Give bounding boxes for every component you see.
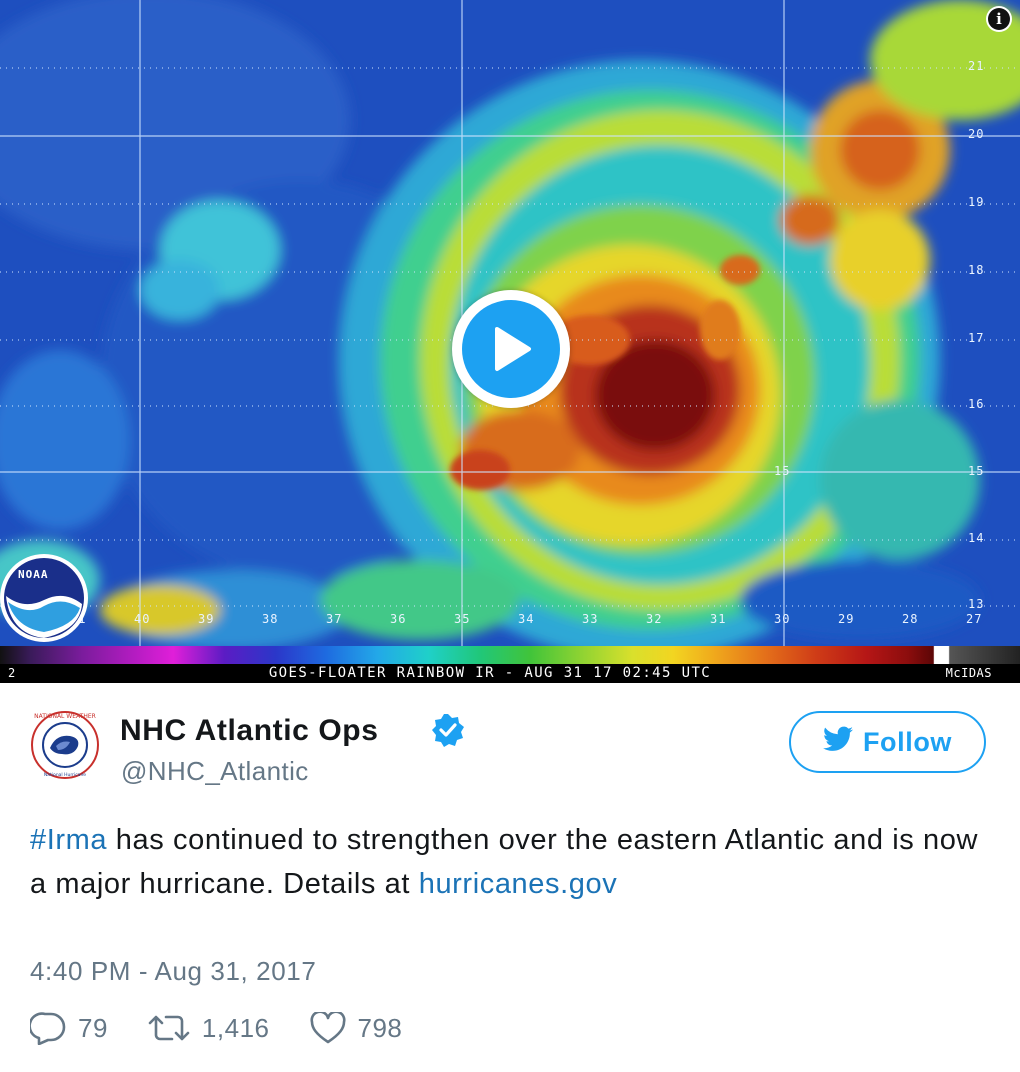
lon-label: 33 [582, 612, 599, 626]
follow-button[interactable]: Follow [789, 711, 986, 773]
heart-icon [309, 1012, 346, 1044]
satellite-caption: GOES-FLOATER RAINBOW IR - AUG 31 17 02:4… [268, 665, 712, 681]
lat-label: 15 [968, 464, 985, 478]
noaa-logo-text: NOAA [18, 568, 49, 581]
verified-badge-icon [431, 713, 465, 747]
ir-color-scale [0, 646, 1020, 664]
lon-label: 30 [774, 612, 791, 626]
retweet-action[interactable]: 1,416 [148, 1011, 270, 1045]
tweet-text: #Irma has continued to strengthen over t… [30, 818, 980, 906]
hashtag-link[interactable]: #Irma [30, 824, 107, 856]
lon-label: 29 [838, 612, 855, 626]
lat-label: 21 [968, 59, 985, 73]
author-name[interactable]: NHC Atlantic Ops [120, 714, 379, 748]
play-button[interactable] [452, 290, 570, 408]
lat-label: 18 [968, 263, 985, 277]
lon-label: 32 [646, 612, 663, 626]
author-handle[interactable]: @NHC_Atlantic [121, 756, 309, 787]
lon-label: 35 [454, 612, 471, 626]
lon-label: 37 [326, 612, 343, 626]
tweet-timestamp[interactable]: 4:40 PM - Aug 31, 2017 [30, 956, 316, 987]
lon-label: 38 [262, 612, 279, 626]
info-icon[interactable]: i [986, 6, 1012, 32]
follow-label: Follow [862, 726, 953, 757]
lat-label: 14 [968, 531, 985, 545]
play-icon [462, 300, 560, 398]
lon-label: 28 [902, 612, 919, 626]
tweet-video-media[interactable]: 21 20 19 18 17 16 15 14 13 15 41 40 39 3… [0, 0, 1020, 683]
lon-label: 40 [134, 612, 151, 626]
tweet-actions: 79 1,416 798 [30, 1011, 442, 1045]
url-link[interactable]: hurricanes.gov [419, 868, 618, 900]
like-count: 798 [357, 1012, 403, 1043]
svg-text:National Hurricane: National Hurricane [44, 772, 86, 778]
noaa-logo: NOAA [0, 548, 94, 644]
lon-label: 34 [518, 612, 535, 626]
reply-action[interactable]: 79 [30, 1011, 108, 1045]
lon-label: 31 [710, 612, 727, 626]
retweet-count: 1,416 [201, 1012, 270, 1043]
lon-label: 39 [198, 612, 215, 626]
lat-label: 20 [968, 127, 985, 141]
mcidas-label: McIDAS [945, 666, 992, 680]
svg-text:NATIONAL WEATHER: NATIONAL WEATHER [34, 713, 96, 720]
center-lat-label: 15 [774, 464, 791, 478]
reply-icon [30, 1011, 66, 1045]
avatar[interactable]: NATIONAL WEATHER National Hurricane [30, 710, 100, 780]
lat-label: 19 [968, 195, 985, 209]
reply-count: 79 [78, 1012, 108, 1043]
retweet-icon [148, 1011, 190, 1045]
lon-label: 36 [390, 612, 407, 626]
like-action[interactable]: 798 [309, 1012, 403, 1044]
lat-label: 17 [968, 331, 985, 345]
twitter-bird-icon [822, 726, 853, 759]
lat-label: 13 [968, 597, 985, 611]
lat-label: 16 [968, 397, 985, 411]
lon-label: 27 [966, 612, 983, 626]
info-glyph: i [988, 8, 1010, 30]
